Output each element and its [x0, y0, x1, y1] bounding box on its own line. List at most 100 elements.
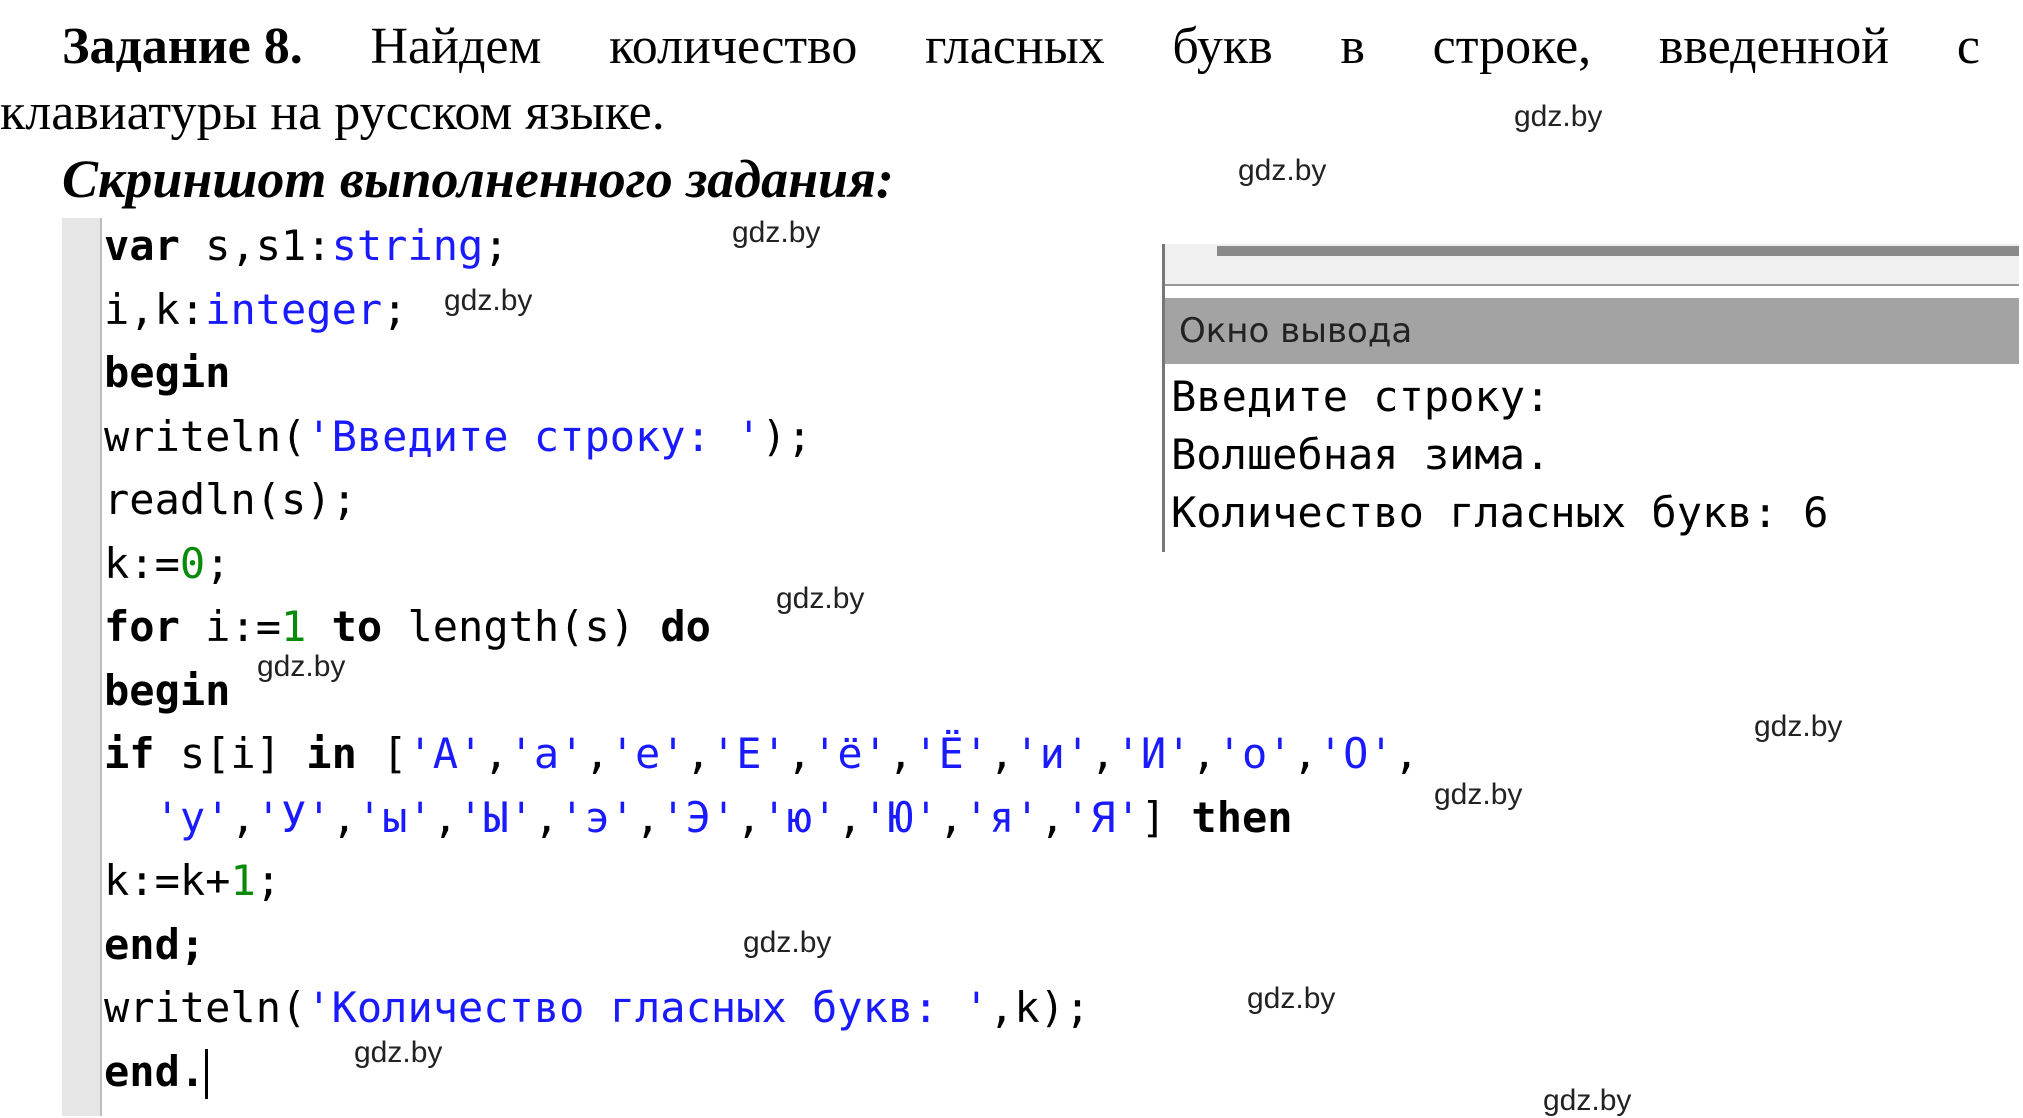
- word: Найдем: [370, 18, 542, 75]
- output-window: Окно вывода Введите строку: Волшебная зи…: [1162, 244, 2019, 552]
- code-token: then: [1191, 792, 1293, 842]
- code-token: readln(s);: [104, 475, 357, 524]
- task-line-2: клавиатуры на русском языке.: [0, 84, 665, 141]
- code-token: ,: [887, 729, 914, 778]
- code-token: 'э': [559, 792, 636, 842]
- code-token: 'о': [1216, 729, 1293, 778]
- code-token: 'У': [255, 792, 332, 842]
- watermark: gdz.by: [354, 1036, 443, 1069]
- code-token: ,: [837, 792, 863, 842]
- editor-gutter: [62, 218, 102, 1116]
- code-token: 'е': [609, 729, 686, 778]
- watermark: gdz.by: [1247, 982, 1336, 1015]
- code-token: in: [306, 729, 383, 778]
- code-line: end.: [104, 1040, 1419, 1104]
- horizontal-scrollbar[interactable]: [1165, 244, 2019, 286]
- code-token: begin: [104, 348, 231, 397]
- code-token: 'Введите строку: ': [306, 411, 762, 461]
- code-token: var: [104, 221, 206, 270]
- code-token: 'Количество гласных букв: ': [306, 983, 990, 1032]
- word: количество: [609, 18, 858, 75]
- code-token: 'Е': [710, 729, 787, 778]
- word: введенной: [1658, 18, 1890, 75]
- code-token: 'Ы': [458, 792, 534, 842]
- code-token: 'ё': [812, 729, 888, 778]
- code-token: 'И': [1115, 729, 1192, 778]
- code-token: );: [761, 411, 813, 461]
- code-token: s,s1:: [205, 221, 332, 270]
- code-token: to: [306, 602, 408, 651]
- watermark: gdz.by: [1543, 1084, 1632, 1117]
- code-token: 'Я': [1064, 792, 1141, 842]
- code-token: integer: [205, 284, 383, 334]
- output-line: Количество гласных букв: 6: [1171, 488, 1829, 537]
- word: гласных: [925, 18, 1105, 75]
- code-token: for: [104, 602, 206, 651]
- watermark: gdz.by: [444, 284, 533, 317]
- watermark: gdz.by: [732, 216, 821, 249]
- code-token: ,: [483, 729, 509, 778]
- code-token: ,: [1039, 792, 1065, 842]
- code-token: end.: [104, 1046, 206, 1096]
- code-token: ,k);: [989, 983, 1091, 1032]
- task-label: Задание 8.: [62, 18, 303, 75]
- code-token: i,k:: [104, 284, 206, 334]
- watermark: gdz.by: [1434, 778, 1523, 811]
- watermark: gdz.by: [1238, 154, 1327, 187]
- word: с: [1956, 18, 1980, 75]
- code-token: end;: [104, 919, 206, 969]
- watermark: gdz.by: [776, 582, 865, 615]
- code-token: writeln(: [104, 411, 307, 461]
- code-token: 'у': [154, 792, 231, 842]
- code-token: ,: [331, 792, 357, 842]
- task-line-1: Задание 8. Найдем количество гласных бук…: [0, 14, 1980, 80]
- code-token: 1: [281, 602, 307, 651]
- output-line: Введите строку:: [1171, 372, 1551, 421]
- code-token: ,: [230, 792, 256, 842]
- code-token: writeln(: [104, 983, 307, 1032]
- code-token: ;: [255, 856, 282, 905]
- code-token: length(s): [407, 602, 661, 651]
- watermark: gdz.by: [1514, 100, 1603, 133]
- watermark: gdz.by: [1754, 710, 1843, 743]
- code-token: 'ю': [761, 792, 838, 842]
- code-token: ,: [786, 729, 813, 778]
- code-token: string: [331, 221, 484, 270]
- code-token: ,: [1090, 729, 1116, 778]
- word: строке,: [1432, 18, 1592, 75]
- code-token: 0: [179, 538, 206, 588]
- code-token: if: [104, 729, 180, 778]
- code-token: 'А': [407, 729, 484, 778]
- code-token: 'и': [1014, 729, 1091, 778]
- code-token: k:=k+: [104, 856, 231, 905]
- code-token: ,: [1292, 729, 1318, 778]
- output-window-title: Окно вывода: [1165, 298, 2019, 364]
- scrollbar-thumb[interactable]: [1217, 246, 2019, 256]
- code-token: ,: [533, 792, 560, 842]
- code-token: ,: [635, 792, 661, 842]
- code-token: ,: [938, 792, 964, 842]
- code-token: ,: [1393, 729, 1420, 778]
- code-token: s[i]: [179, 729, 307, 778]
- code-token: ,: [989, 729, 1015, 778]
- word: в: [1340, 18, 1365, 75]
- code-token: ;: [483, 221, 509, 270]
- code-token: 'Э': [660, 792, 737, 842]
- code-token: ,: [432, 792, 459, 842]
- code-token: k:=: [104, 538, 180, 588]
- code-line: if s[i] in ['А','а','е','Е','ё','Ё','и',…: [104, 722, 1419, 786]
- code-token: ;: [205, 538, 231, 588]
- code-token: ;: [382, 284, 408, 334]
- code-line: 'у','У','ы','Ы','э','Э','ю','Ю','я','Я']…: [104, 786, 1419, 850]
- code-token: ,: [736, 792, 762, 842]
- code-token: i:=: [205, 602, 282, 651]
- code-token: do: [660, 602, 711, 651]
- code-token: 'О': [1317, 729, 1394, 778]
- code-token: ,: [1191, 729, 1217, 778]
- output-line: Волшебная зима.: [1171, 430, 1551, 479]
- code-token: ,: [685, 729, 711, 778]
- code-line: k:=k+1;: [104, 849, 1419, 913]
- text-cursor: [205, 1049, 209, 1099]
- code-token: 'Ю': [862, 792, 939, 842]
